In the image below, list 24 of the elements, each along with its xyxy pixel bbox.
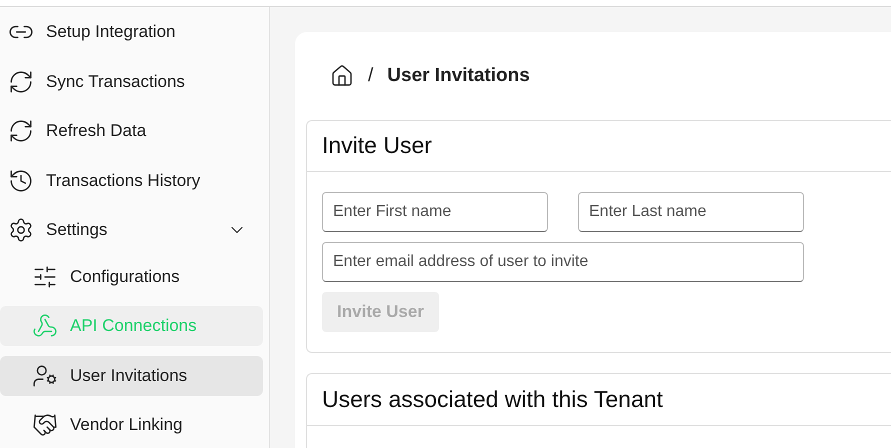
first-name-field[interactable]: Enter First name [322, 192, 548, 232]
breadcrumb-current: User Invitations [387, 64, 530, 88]
sidebar-item[interactable]: Settings [0, 210, 263, 250]
sliders-icon [32, 264, 58, 290]
refresh-icon [8, 118, 34, 144]
sidebar-item[interactable]: Transactions History [0, 160, 263, 200]
sidebar-item[interactable]: User Invitations [0, 356, 263, 396]
email-field[interactable]: Enter email address of user to invite [322, 242, 804, 282]
home-icon[interactable] [330, 64, 354, 88]
breadcrumb-separator: / [368, 64, 374, 88]
last-name-field[interactable]: Enter Last name [578, 192, 804, 232]
user-gear-icon [32, 362, 58, 388]
panel-title: Invite User [322, 131, 432, 160]
sidebar-item[interactable]: Configurations [0, 256, 263, 296]
refresh-icon [8, 68, 34, 94]
history-icon [8, 168, 34, 194]
panel-title: Users associated with this Tenant [322, 384, 663, 414]
settings-icon [8, 217, 34, 243]
sidebar-item[interactable]: Refresh Data [0, 111, 263, 151]
handshake-icon [32, 412, 58, 438]
sidebar-item[interactable]: Setup Integration [0, 12, 263, 52]
sidebar-item[interactable]: Sync Transactions [0, 62, 263, 102]
sidebar-item[interactable]: Vendor Linking [0, 405, 263, 445]
webhook-icon [32, 313, 58, 339]
